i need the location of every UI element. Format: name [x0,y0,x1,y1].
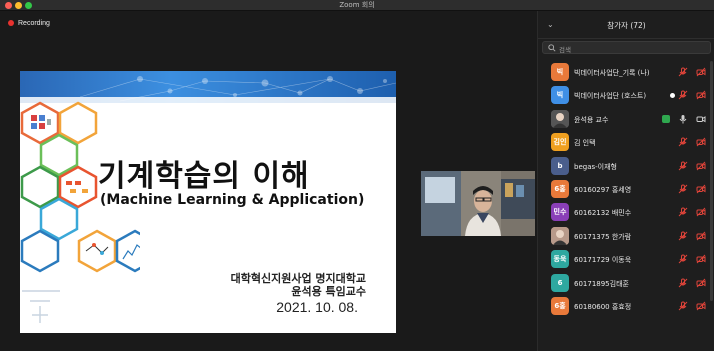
participants-scrollbar[interactable] [710,61,713,301]
participant-row[interactable]: 빅 빅데이터사업단_기록 (나) [538,61,714,84]
mic-muted-icon[interactable] [678,161,688,171]
participant-status-icons [678,90,706,100]
participant-row[interactable]: 동욱 60171729 이동욱 [538,248,714,271]
participants-title: 참가자 (72) [607,21,646,30]
video-off-icon[interactable] [696,161,706,171]
slide-subtitle: (Machine Learning & Application) [100,192,365,208]
video-off-icon[interactable] [696,301,706,311]
participant-name: 60171895김태훈 [574,279,629,288]
avatar: 동욱 [551,250,569,269]
participants-panel: ⌄ 참가자 (72) 검색 빅 빅데이터사업단_기록 (나) 빅 빅데이터사업단 (호… [537,11,714,351]
participants-list: 빅 빅데이터사업단_기록 (나) 빅 빅데이터사업단 (호스트) 윤석용 교수 김인 김 인… [538,61,714,318]
avatar: 민수 [551,203,569,222]
speaking-badge-icon[interactable] [662,114,670,123]
participant-status-icons [678,161,706,171]
participant-status-icons [678,137,706,147]
hexagon-decoration [20,101,140,323]
zoom-window: Zoom 회의 Recording 기계학습의 이해 (Machine Lear… [0,0,714,351]
recording-label: Recording [18,19,50,27]
participant-status-icons [678,301,706,311]
avatar: b [551,156,569,175]
participant-name: 60162132 배민수 [574,209,632,218]
avatar: 6홍 [551,179,569,198]
mic-muted-icon[interactable] [678,184,688,194]
video-off-icon[interactable] [696,254,706,264]
shared-screen-slide: 기계학습의 이해 (Machine Learning & Application… [20,71,396,333]
slide-date: 2021. 10. 08. [276,299,358,315]
participant-status-icons [678,184,706,194]
participant-name: 김 인택 [574,139,596,148]
title-bar: Zoom 회의 [0,0,714,11]
participant-name: 빅데이터사업단_기록 (나) [574,69,650,77]
video-off-icon[interactable] [696,278,706,288]
video-off-icon[interactable] [696,207,706,217]
avatar [551,226,569,245]
video-off-icon[interactable] [696,90,706,100]
participants-header: ⌄ 참가자 (72) [538,11,714,39]
slide-title: 기계학습의 이해 [98,159,310,194]
avatar [551,109,569,128]
slide-header-graphic [20,71,396,103]
mic-muted-icon[interactable] [678,231,688,241]
search-icon [548,44,556,52]
video-off-icon[interactable] [696,231,706,241]
avatar: 빅 [551,63,569,81]
speaker-video[interactable] [421,171,535,236]
participant-row[interactable]: 김인 김 인택 [538,131,714,154]
avatar: 6 [551,273,569,292]
participant-row[interactable]: 6홍 60180600 홍효정 [538,295,714,318]
participants-search-input[interactable]: 검색 [542,41,711,54]
participant-row[interactable]: 6 60171895김태훈 [538,272,714,295]
video-on-icon[interactable] [696,114,706,124]
video-off-icon[interactable] [696,184,706,194]
recording-indicator[interactable]: Recording [8,18,50,28]
participant-row[interactable]: 빅 빅데이터사업단 (호스트) [538,84,714,107]
video-off-icon[interactable] [696,67,706,77]
participant-name: 60180600 홍효정 [574,302,632,311]
participant-name: begas-이재형 [574,162,617,171]
participant-name: 빅데이터사업단 (호스트) [574,92,647,101]
host-indicator-icon [670,93,675,99]
window-title: Zoom 회의 [339,1,375,9]
mic-on-icon[interactable] [678,114,688,124]
participant-row[interactable]: 윤석용 교수 [538,108,714,131]
participant-row[interactable]: 6홍 60160297 홍세영 [538,178,714,201]
mic-muted-icon[interactable] [678,207,688,217]
avatar: 빅 [551,86,569,105]
participant-status-icons [678,67,706,77]
mic-muted-icon[interactable] [678,301,688,311]
participant-name: 60171375 한가람 [574,232,632,241]
participant-status-icons [678,207,706,217]
mic-muted-icon[interactable] [678,137,688,147]
participant-row[interactable]: 60171375 한가람 [538,225,714,248]
participant-name: 60171729 이동욱 [574,256,632,265]
slide-presenter: 윤석용 특임교수 [291,285,366,298]
participant-row[interactable]: b begas-이재형 [538,155,714,178]
mic-muted-icon[interactable] [678,67,688,77]
participant-name: 60160297 홍세영 [574,185,632,194]
search-placeholder: 검색 [559,46,571,54]
participant-status-icons [678,254,706,264]
avatar: 김인 [551,133,569,152]
mic-muted-icon[interactable] [678,254,688,264]
participant-name: 윤석용 교수 [574,115,609,124]
participant-status-icons [678,231,706,241]
recording-dot-icon [8,20,14,26]
video-off-icon[interactable] [696,137,706,147]
mic-muted-icon[interactable] [678,278,688,288]
participant-status-icons [662,114,706,124]
participant-status-icons [678,278,706,288]
mic-muted-icon[interactable] [678,90,688,100]
avatar: 6홍 [551,296,569,315]
participant-row[interactable]: 민수 60162132 배민수 [538,201,714,224]
